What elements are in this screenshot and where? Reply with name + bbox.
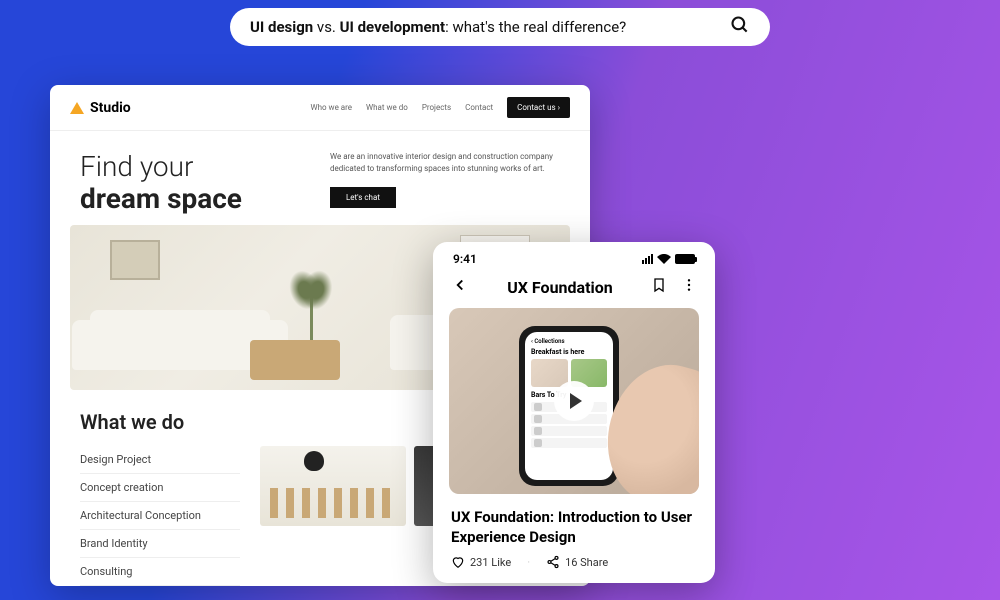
nav-what-we-do[interactable]: What we do [366, 103, 408, 112]
article-title: UX Foundation: Introduction to User Expe… [433, 494, 715, 555]
hero-copy: We are an innovative interior design and… [330, 151, 560, 215]
inner-back: ‹ Collections [531, 338, 607, 345]
inner-heading: Breakfast is here [531, 348, 607, 356]
hero-headline: Find yourdream space [80, 151, 242, 215]
brand-name: Studio [90, 100, 131, 116]
app-header: UX Foundation [433, 270, 715, 308]
search-text: UI design vs. UI development: what's the… [250, 18, 626, 36]
search-bar[interactable]: UI design vs. UI development: what's the… [230, 8, 770, 46]
lets-chat-button[interactable]: Let's chat [330, 187, 396, 208]
hero-section: Find yourdream space We are an innovativ… [50, 131, 590, 225]
site-header: Studio Who we are What we do Projects Co… [50, 85, 590, 131]
service-item[interactable]: Architectural Conception [80, 502, 240, 530]
hero-tagline: We are an innovative interior design and… [330, 151, 560, 175]
nav-projects[interactable]: Projects [422, 103, 451, 112]
service-item[interactable]: Design Project [80, 446, 240, 474]
status-time: 9:41 [453, 252, 477, 266]
services-list: Design Project Concept creation Architec… [80, 446, 240, 586]
phone-hero-image[interactable]: ‹ Collections Breakfast is here Bars To … [449, 308, 699, 494]
status-bar: 9:41 [433, 242, 715, 270]
search-icon[interactable] [730, 15, 750, 39]
status-icons [642, 254, 695, 264]
wifi-icon [657, 254, 671, 264]
service-image [260, 446, 406, 526]
logo[interactable]: Studio [70, 100, 131, 116]
battery-icon [675, 254, 695, 264]
service-item[interactable]: Concept creation [80, 474, 240, 502]
logo-icon [70, 102, 84, 114]
site-nav: Who we are What we do Projects Contact C… [311, 97, 571, 118]
signal-icon [642, 254, 653, 264]
nav-contact[interactable]: Contact [465, 103, 493, 112]
contact-us-button[interactable]: Contact us › [507, 97, 570, 118]
back-icon[interactable] [451, 276, 469, 298]
app-title: UX Foundation [507, 278, 612, 297]
nav-who-we-are[interactable]: Who we are [311, 103, 353, 112]
service-item[interactable]: Consulting [80, 558, 240, 586]
service-item[interactable]: Brand Identity [80, 530, 240, 558]
share-icon [546, 555, 560, 569]
bookmark-icon[interactable] [651, 277, 667, 297]
article-stats: 231 Like · 16 Share [433, 555, 715, 583]
heart-icon [451, 555, 465, 569]
like-button[interactable]: 231 Like [451, 555, 511, 569]
play-button-icon[interactable] [554, 381, 594, 421]
phone-mockup: 9:41 UX Foundation ‹ Collections Breakfa… [433, 242, 715, 583]
share-button[interactable]: 16 Share [546, 555, 608, 569]
more-icon[interactable] [681, 277, 697, 297]
